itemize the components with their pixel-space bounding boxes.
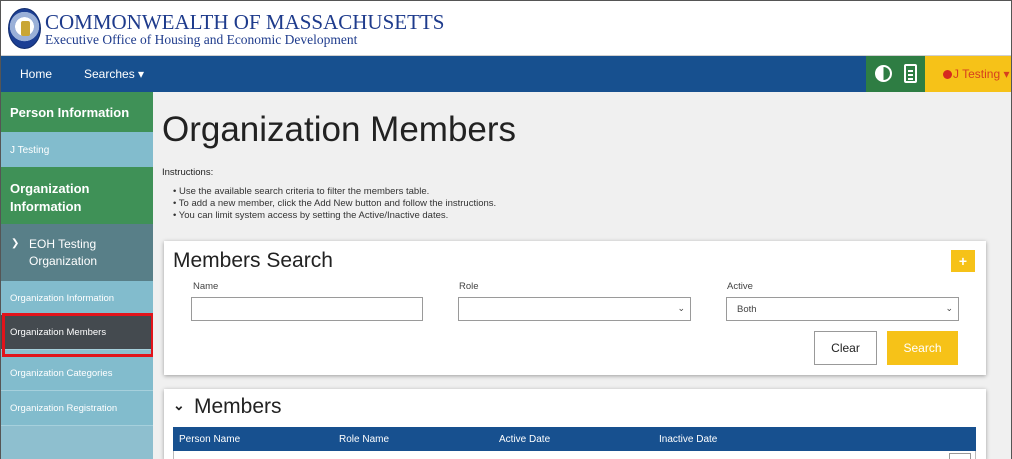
selection-highlight-box [2,313,154,357]
active-select-value: Both [737,304,757,315]
sidebar-heading-person: Person Information [1,92,153,132]
table-row [173,451,976,459]
members-search-title: Members Search [173,249,333,272]
agency-subtitle: Executive Office of Housing and Economic… [45,32,358,47]
role-select[interactable]: ⌄ [458,297,691,321]
sidebar: Person Information J Testing Organizatio… [1,92,154,459]
user-status-icon [943,70,952,79]
active-label: Active [727,281,753,292]
active-select[interactable]: Both ⌄ [726,297,959,321]
chevron-down-icon: ⌄ [945,303,953,313]
user-menu[interactable]: J Testing ▾ [925,56,1011,92]
site-header: COMMONWEALTH OF MASSACHUSETTS Executive … [1,1,1011,56]
name-input[interactable] [191,297,423,321]
instruction-item: You can limit system access by setting t… [173,210,496,222]
sidebar-heading-org-line1: Organization [10,181,90,196]
massachusetts-seal-icon [8,8,41,49]
instructions-heading: Instructions: [162,167,214,178]
chevron-down-icon: ❯ [11,238,20,249]
clear-button[interactable]: Clear [814,331,877,365]
members-panel: ⌄ Members Person Name Role Name Active D… [164,389,986,459]
nav-home-link[interactable]: Home [20,67,52,81]
nav-searches-dropdown[interactable]: Searches ▾ [84,67,144,81]
page-title: Organization Members [162,110,517,149]
instruction-item: Use the available search criteria to fil… [173,186,496,198]
sidebar-heading-organization: Organization Information [1,167,153,224]
chevron-down-icon: ⌄ [677,303,685,313]
role-label: Role [459,281,479,292]
column-header-person-name[interactable]: Person Name [179,434,240,445]
column-header-role-name[interactable]: Role Name [339,434,389,445]
members-table-header: Person Name Role Name Active Date Inacti… [173,427,976,451]
instruction-item: To add a new member, click the Add New b… [173,198,496,210]
instructions-list: Use the available search criteria to fil… [173,186,496,222]
sidebar-org-toggle[interactable]: ❯ EOH Testing Organization [1,224,153,281]
collapse-chevron-icon[interactable]: ⌄ [173,397,185,414]
nav-tools [866,56,925,92]
column-header-active-date[interactable]: Active Date [499,434,550,445]
search-button[interactable]: Search [887,331,958,365]
main-content: Organization Members Instructions: Use t… [153,92,1011,459]
sidebar-org-name-line2: Organization [29,254,98,268]
sidebar-item-organization-categories[interactable]: Organization Categories [1,356,153,391]
user-menu-label[interactable]: J Testing ▾ [953,67,1010,81]
members-title: Members [194,395,282,418]
contrast-toggle-icon[interactable] [875,65,892,82]
name-label: Name [193,281,219,292]
add-member-button[interactable]: + [951,250,975,272]
column-header-inactive-date[interactable]: Inactive Date [659,434,717,445]
sidebar-item-person-name[interactable]: J Testing [1,132,153,167]
top-navbar: Home Searches ▾ J Testing ▾ [1,56,1011,92]
sidebar-org-name-line1: EOH Testing [29,237,97,251]
sidebar-item-organization-registration[interactable]: Organization Registration [1,391,153,426]
manual-book-icon[interactable] [904,64,917,83]
members-search-panel: Members Search + Name Role ⌄ Active Both… [164,241,986,375]
sidebar-item-organization-information[interactable]: Organization Information [1,281,153,316]
row-action-button[interactable] [949,453,971,459]
sidebar-heading-org-line2: Information [10,199,82,214]
